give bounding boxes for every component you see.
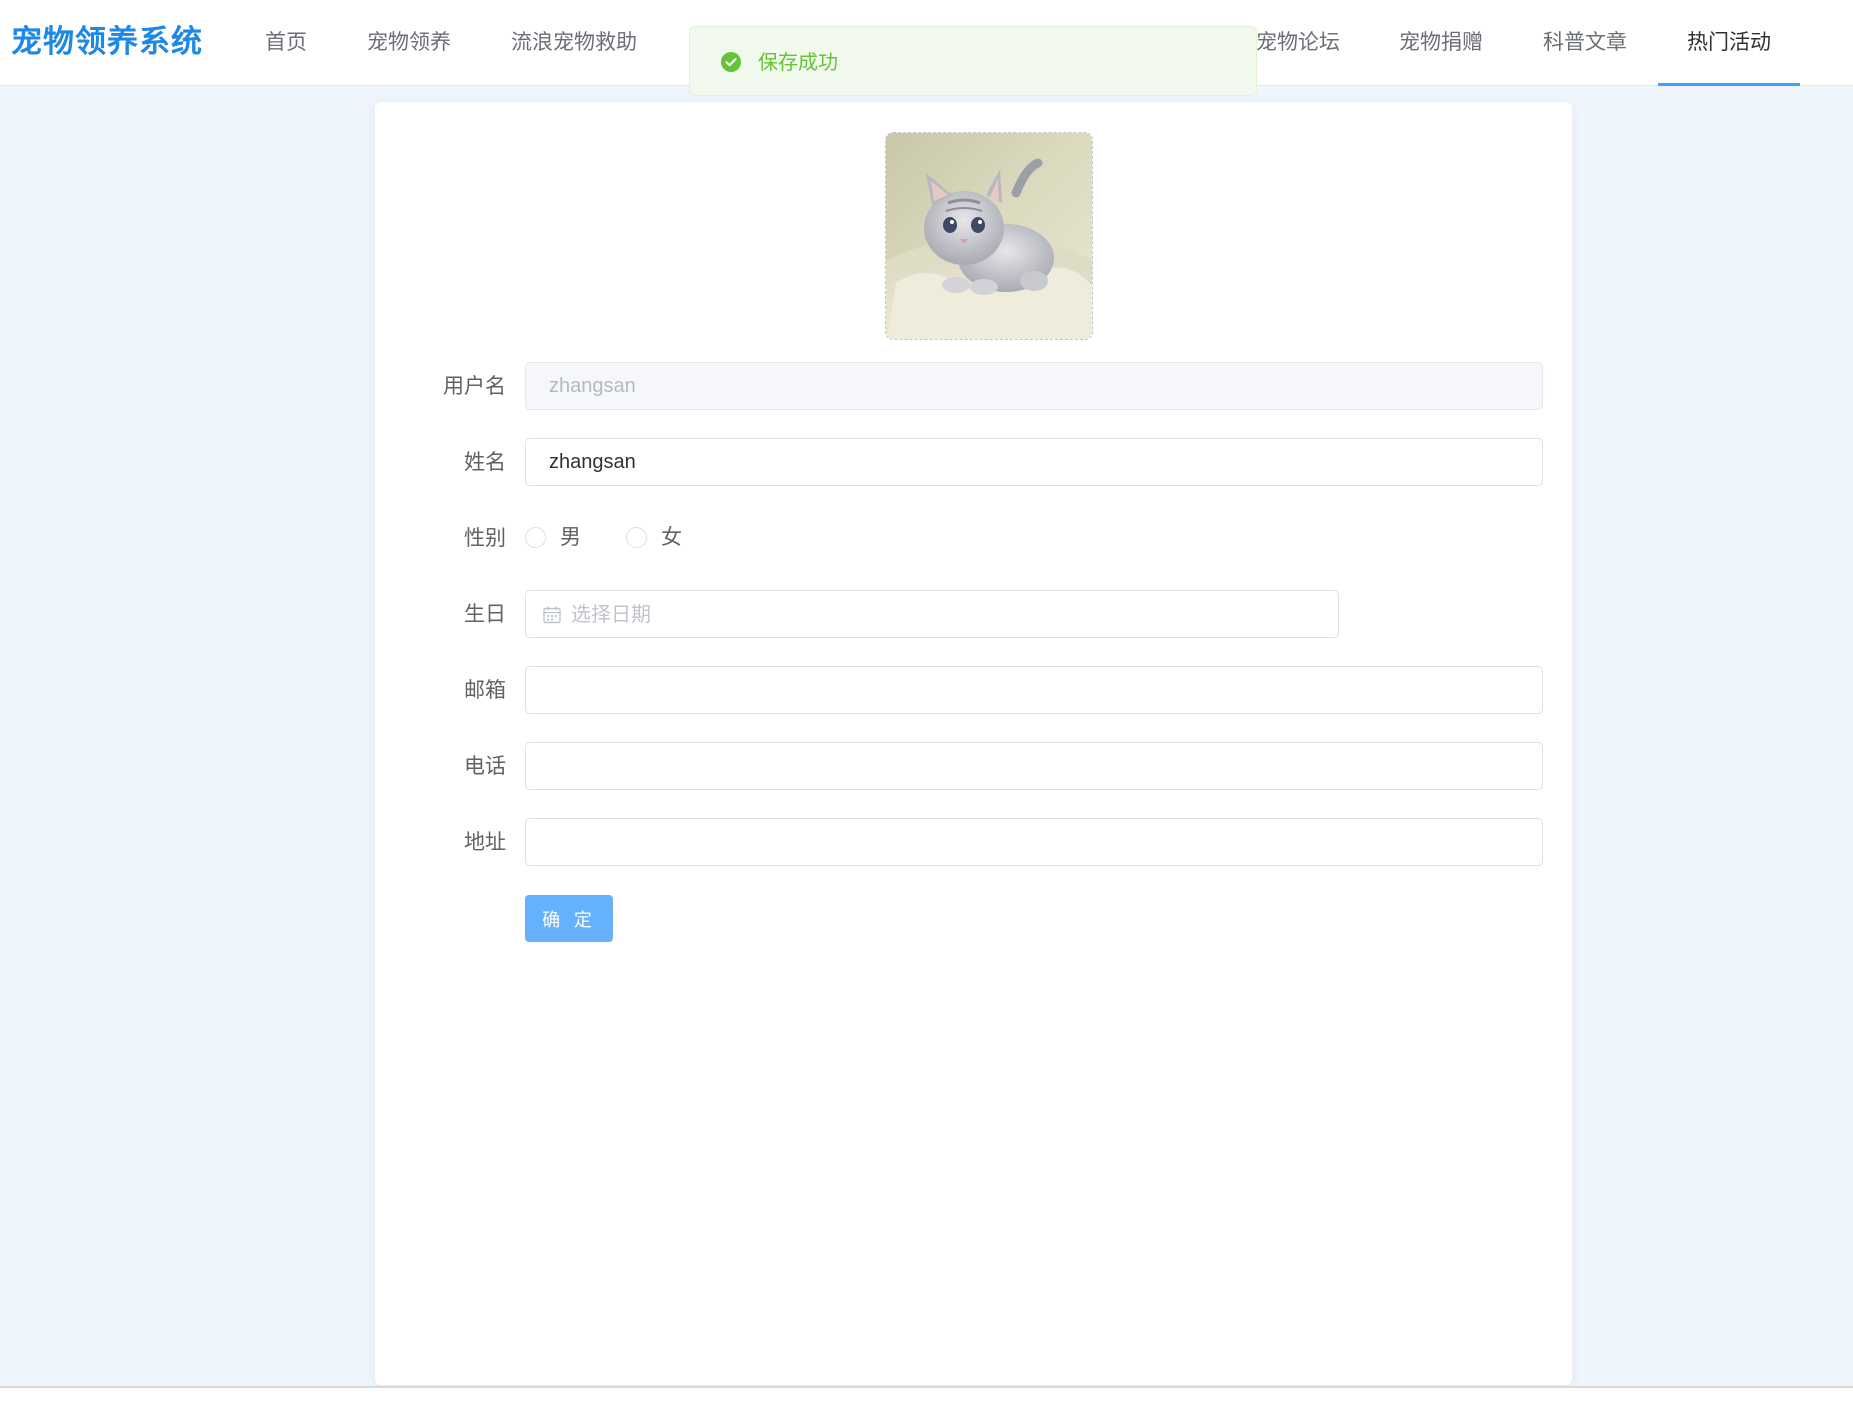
toast-message: 保存成功	[758, 50, 838, 74]
email-input[interactable]	[525, 666, 1543, 714]
gender-label: 性别	[464, 526, 506, 550]
form-row-birthday: 生日 选择日期	[375, 590, 1572, 638]
form-row-address: 地址	[375, 818, 1572, 866]
name-label: 姓名	[464, 450, 506, 474]
username-label: 用户名	[443, 374, 506, 398]
gender-radio-female[interactable]: 女	[626, 525, 696, 550]
kitten-photo-icon	[886, 133, 1092, 339]
site-logo[interactable]: 宠物领养系统	[11, 22, 203, 62]
address-input[interactable]	[525, 818, 1543, 866]
profile-card: 用户名 姓名 性别 男 女 生日	[375, 102, 1572, 1385]
radio-circle-male[interactable]	[525, 527, 546, 548]
nav-item-home[interactable]: 首页	[236, 0, 336, 86]
gender-radio-male[interactable]: 男	[525, 525, 595, 550]
birthday-label: 生日	[464, 602, 506, 626]
username-input[interactable]	[525, 362, 1543, 410]
email-label: 邮箱	[464, 678, 506, 702]
check-circle-icon	[721, 52, 741, 72]
gender-option-male-label: 男	[560, 525, 581, 549]
birthday-date-picker[interactable]: 选择日期	[525, 590, 1339, 638]
form-row-name: 姓名	[375, 438, 1572, 486]
nav-item-donation[interactable]: 宠物捐赠	[1370, 0, 1512, 86]
nav-item-events[interactable]: 热门活动	[1658, 0, 1800, 86]
name-input[interactable]	[525, 438, 1543, 486]
window-bottom-edge	[0, 1386, 1853, 1404]
phone-input[interactable]	[525, 742, 1543, 790]
form-row-gender: 性别 男 女	[375, 514, 1572, 562]
confirm-button[interactable]: 确 定	[525, 895, 613, 942]
radio-circle-female[interactable]	[626, 527, 647, 548]
gender-option-female-label: 女	[661, 525, 682, 549]
phone-label: 电话	[464, 754, 506, 778]
form-row-username: 用户名	[375, 362, 1572, 410]
address-label: 地址	[464, 830, 506, 854]
nav-item-adoption[interactable]: 宠物领养	[338, 0, 480, 86]
form-row-phone: 电话	[375, 742, 1572, 790]
birthday-placeholder: 选择日期	[571, 602, 651, 626]
form-row-actions: 确 定	[375, 895, 1572, 943]
success-toast: 保存成功	[689, 26, 1257, 96]
calendar-icon	[543, 606, 561, 624]
form-row-email: 邮箱	[375, 666, 1572, 714]
app-root: 宠物领养系统 首页 宠物领养 流浪宠物救助 宠物论坛 宠物捐赠 科普文章 热门活…	[0, 0, 1853, 1404]
nav-item-articles[interactable]: 科普文章	[1514, 0, 1656, 86]
avatar-uploader[interactable]	[885, 132, 1093, 340]
nav-item-stray-rescue[interactable]: 流浪宠物救助	[482, 0, 666, 86]
